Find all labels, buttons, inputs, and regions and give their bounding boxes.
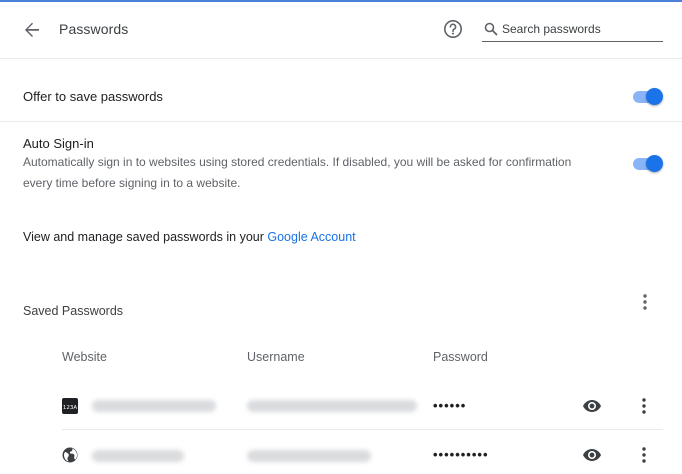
toggle-knob bbox=[646, 88, 663, 105]
password-row[interactable]: 123A •••••• bbox=[0, 383, 682, 429]
auto-sign-in-toggle[interactable] bbox=[631, 155, 663, 172]
password-row[interactable]: •••••••••• bbox=[0, 431, 682, 474]
svg-text:123A: 123A bbox=[63, 405, 77, 411]
search-icon bbox=[484, 22, 498, 36]
column-header-website: Website bbox=[62, 350, 107, 364]
offer-to-save-label: Offer to save passwords bbox=[23, 89, 163, 104]
more-vert-icon bbox=[642, 398, 646, 414]
row-more-button[interactable] bbox=[632, 443, 656, 467]
eye-icon bbox=[583, 400, 601, 412]
more-vert-icon bbox=[643, 294, 647, 310]
search-input[interactable] bbox=[502, 20, 660, 38]
eye-icon bbox=[583, 449, 601, 461]
auto-sign-in-label: Auto Sign-in bbox=[23, 136, 94, 151]
header-divider bbox=[0, 58, 682, 59]
google-account-link[interactable]: Google Account bbox=[267, 230, 355, 244]
page-title: Passwords bbox=[59, 21, 129, 37]
row-more-button[interactable] bbox=[632, 394, 656, 418]
settings-divider bbox=[0, 121, 682, 122]
show-password-button[interactable] bbox=[580, 394, 604, 418]
help-icon bbox=[444, 20, 462, 38]
password-mask: •••••••••• bbox=[433, 447, 489, 462]
blurred-website bbox=[92, 400, 216, 412]
saved-passwords-title: Saved Passwords bbox=[23, 304, 124, 318]
password-mask: •••••• bbox=[433, 398, 467, 413]
123a-site-icon: 123A bbox=[62, 398, 78, 414]
manage-passwords-prefix: View and manage saved passwords in your bbox=[23, 230, 268, 244]
more-vert-icon bbox=[642, 447, 646, 463]
help-button[interactable] bbox=[441, 17, 465, 41]
back-button[interactable] bbox=[18, 16, 46, 44]
saved-passwords-more-button[interactable] bbox=[633, 290, 657, 314]
arrow-back-icon bbox=[25, 22, 39, 37]
offer-to-save-toggle[interactable] bbox=[631, 88, 663, 105]
column-header-username: Username bbox=[247, 350, 305, 364]
row-divider bbox=[62, 429, 663, 430]
blurred-username bbox=[247, 400, 417, 412]
manage-passwords-text: View and manage saved passwords in your … bbox=[23, 230, 356, 244]
blurred-username bbox=[247, 450, 371, 462]
search-box[interactable] bbox=[482, 18, 663, 42]
page-header: Passwords bbox=[0, 2, 682, 58]
column-header-password: Password bbox=[433, 350, 488, 364]
toggle-knob bbox=[646, 155, 663, 172]
auto-sign-in-description: Automatically sign in to websites using … bbox=[23, 155, 572, 190]
blurred-website bbox=[92, 450, 184, 462]
globe-icon bbox=[62, 447, 78, 463]
show-password-button[interactable] bbox=[580, 443, 604, 467]
